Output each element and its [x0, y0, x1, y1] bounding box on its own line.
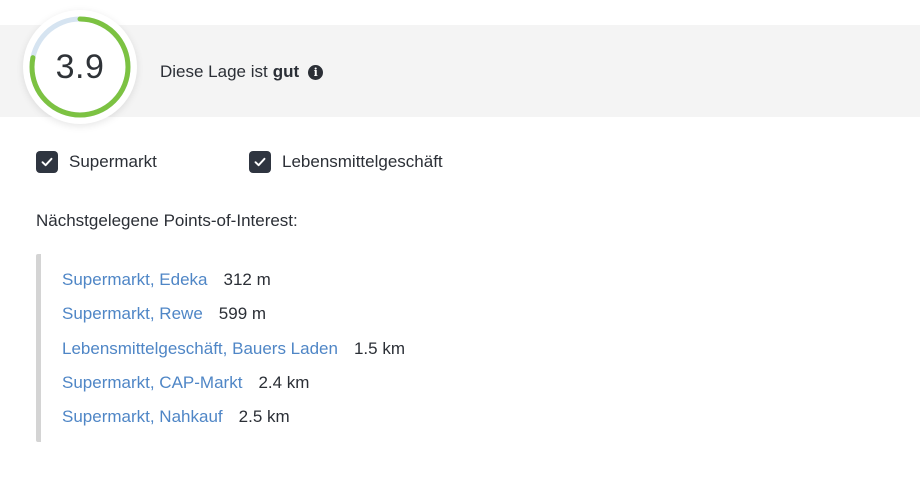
checkmark-icon	[41, 157, 53, 167]
poi-link[interactable]: Supermarkt, Edeka	[62, 270, 208, 289]
poi-distance: 599 m	[218, 304, 267, 323]
poi-link[interactable]: Supermarkt, Rewe	[62, 304, 203, 323]
score-banner	[0, 25, 920, 117]
poi-item: Supermarkt, Nahkauf 2.5 km	[62, 405, 290, 429]
filter-label-supermarkt: Supermarkt	[69, 152, 157, 171]
poi-link[interactable]: Lebensmittelgeschäft, Bauers Laden	[62, 339, 338, 358]
checkmark-icon	[254, 157, 266, 167]
poi-list: Supermarkt, Edeka 312 m Supermarkt, Rewe 5…	[36, 254, 641, 442]
poi-distance: 1.5 km	[353, 339, 405, 358]
score-badge: 3.9	[23, 10, 137, 124]
poi-item: Lebensmittelgeschäft, Bauers Laden 1.5 km	[62, 337, 405, 361]
poi-item: Supermarkt, CAP-Markt 2.4 km	[62, 371, 309, 395]
poi-distance: 2.5 km	[238, 407, 290, 426]
score-value: 3.9	[55, 48, 105, 86]
checkbox-lebensmittelgeschaeft[interactable]	[249, 151, 271, 173]
poi-item: Supermarkt, Edeka 312 m	[62, 268, 271, 292]
poi-item: Supermarkt, Rewe 599 m	[62, 302, 266, 326]
rating-value: gut	[272, 62, 300, 81]
poi-link[interactable]: Supermarkt, Nahkauf	[62, 407, 223, 426]
rating-line: Diese Lage ist gut i	[160, 61, 324, 83]
poi-link[interactable]: Supermarkt, CAP-Markt	[62, 373, 242, 392]
filter-label-lebensmittelgeschaeft: Lebensmittelgeschäft	[282, 152, 443, 171]
info-icon[interactable]: i	[308, 64, 324, 80]
filter-lebensmittelgeschaeft[interactable]: Lebensmittelgeschäft	[249, 151, 443, 173]
rating-prefix: Diese Lage ist	[160, 62, 268, 81]
poi-heading: Nächstgelegene Points-of-Interest:	[36, 211, 298, 230]
poi-distance: 312 m	[223, 270, 271, 289]
checkbox-supermarkt[interactable]	[36, 151, 58, 173]
filter-supermarkt[interactable]: Supermarkt	[36, 151, 157, 173]
poi-distance: 2.4 km	[258, 373, 310, 392]
